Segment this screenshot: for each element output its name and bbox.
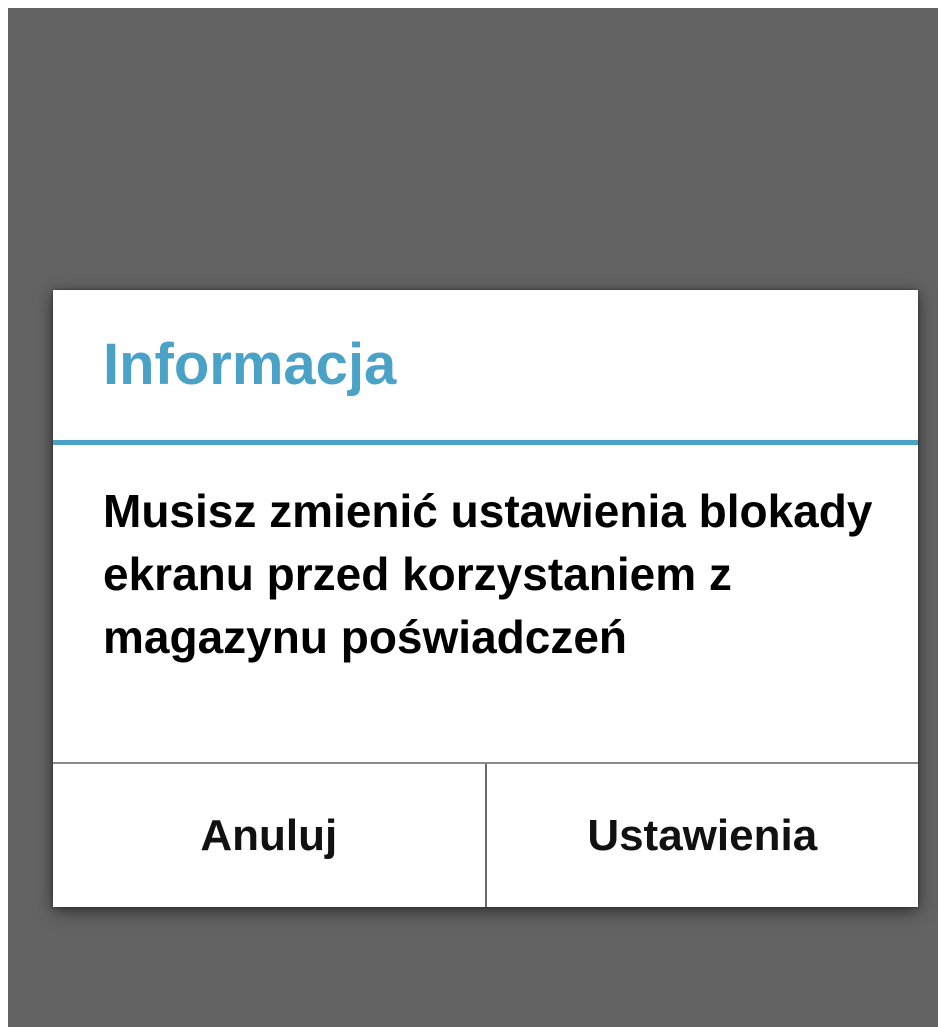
cancel-button[interactable]: Anuluj	[53, 764, 485, 907]
alert-dialog: Informacja Musisz zmienić ustawienia blo…	[53, 290, 918, 907]
settings-button[interactable]: Ustawienia	[484, 764, 918, 907]
title-divider	[53, 440, 918, 445]
dialog-message: Musisz zmienić ustawienia blokady ekranu…	[103, 485, 873, 663]
dialog-title: Informacja	[103, 332, 397, 397]
dialog-button-bar: Anuluj Ustawienia	[53, 762, 918, 907]
